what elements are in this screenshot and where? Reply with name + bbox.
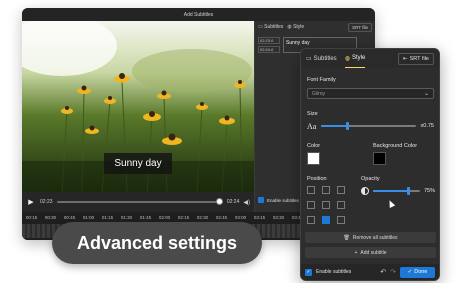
redo-icon[interactable]: ↷	[390, 268, 396, 276]
subtitles-icon: ▭	[306, 56, 312, 62]
subtitle-style-panel: ▭ Subtitles ◍ Style ⇤ SRT file Font Fami…	[300, 48, 440, 281]
background-color-swatch[interactable]	[373, 152, 386, 165]
size-slider-fill	[321, 125, 348, 127]
video-preview[interactable]: Sunny day	[22, 21, 254, 192]
remove-all-label: Remove all subtitles	[352, 234, 398, 241]
timeline-tick-label: 00:30	[44, 214, 57, 220]
seek-bar[interactable]	[56, 198, 223, 205]
timeline-tick-label: 03:30	[272, 214, 285, 220]
check-icon: ✓	[407, 269, 413, 275]
opacity-slider-thumb[interactable]	[406, 187, 410, 195]
player-controls: ▶ 02:23 02:24 ◀)	[22, 192, 254, 212]
timeline-tick-label: 02:15	[177, 214, 190, 220]
remove-all-subtitles-button[interactable]: 🗑 Remove all subtitles	[305, 232, 436, 243]
side-tab-style-label: Style	[293, 24, 305, 30]
timeline-tick-label: 01:15	[101, 214, 114, 220]
tab-subtitles-label: Subtitles	[313, 55, 337, 62]
color-label: Color	[307, 143, 321, 149]
position-cell[interactable]	[307, 186, 315, 194]
opacity-value: 75%	[423, 188, 435, 194]
srt-file-label: SRT file	[409, 55, 429, 62]
tab-subtitles[interactable]: ▭ Subtitles	[306, 49, 337, 68]
font-family-value: Gilroy	[312, 90, 326, 97]
tab-style[interactable]: ◍ Style	[344, 49, 366, 68]
panel-footer: ✓ Enable subtitles ↶ ↷ ✓ Done	[301, 264, 439, 280]
position-cell[interactable]	[322, 186, 330, 194]
position-cell[interactable]	[322, 216, 330, 224]
subtitle-end-time[interactable]: 02:24.0	[258, 46, 280, 53]
size-slider[interactable]	[321, 122, 416, 130]
trash-icon: 🗑	[343, 234, 350, 241]
subtitle-caption-overlay[interactable]: Sunny day	[104, 153, 172, 174]
add-subtitle-button[interactable]: + Add subtitle	[305, 247, 436, 258]
total-time: 02:24	[226, 199, 240, 205]
font-family-select[interactable]: Gilroy ⌄	[307, 88, 434, 99]
timeline-tick-label: 03:15	[253, 214, 266, 220]
size-label: Size	[307, 111, 318, 117]
background-color-label: Background Color	[373, 143, 418, 149]
side-enable-checkbox[interactable]	[258, 197, 264, 203]
done-label: Done	[414, 269, 428, 275]
size-value: x0.75	[420, 123, 434, 129]
opacity-slider-fill	[373, 190, 409, 192]
undo-icon[interactable]: ↶	[380, 268, 386, 276]
text-color-swatch[interactable]	[307, 152, 320, 165]
seek-thumb[interactable]	[215, 198, 223, 205]
panel-tabs: ▭ Subtitles ◍ Style ⇤ SRT file	[301, 49, 439, 68]
side-tab-style[interactable]: ◍ Style	[287, 24, 304, 30]
timeline-tick-label: 02:30	[196, 214, 209, 220]
timeline-tick-label: 03:00	[234, 214, 247, 220]
position-cell[interactable]	[307, 216, 315, 224]
side-srt-button[interactable]: SRT file	[348, 22, 372, 32]
enable-subtitles-label: Enable subtitles	[316, 269, 352, 275]
position-cell[interactable]	[337, 201, 345, 209]
side-enable-label: Enable subtitles	[267, 197, 299, 203]
position-cell[interactable]	[337, 216, 345, 224]
volume-icon[interactable]: ◀)	[243, 199, 250, 206]
subtitle-start-time[interactable]: 02:23.0	[258, 37, 280, 44]
palette-icon: ◍	[344, 55, 350, 62]
position-grid	[307, 186, 345, 224]
advanced-settings-badge: Advanced settings	[52, 222, 262, 264]
font-size-icon: Aa	[307, 121, 317, 131]
timeline-tick-label: 02:00	[158, 214, 171, 220]
position-label: Position	[307, 176, 327, 182]
opacity-label: Opacity	[361, 176, 380, 182]
timeline-tick-label: 01:45	[139, 214, 152, 220]
timeline-tick-label: 01:30	[120, 214, 133, 220]
opacity-slider[interactable]	[373, 187, 420, 195]
timeline-tick-label: 01:00	[82, 214, 95, 220]
position-cell[interactable]	[307, 201, 315, 209]
side-tab-subtitles[interactable]: ▭ Subtitles	[258, 24, 283, 30]
font-family-label: Font Family	[307, 77, 336, 83]
opacity-control: 75%	[361, 186, 435, 196]
mouse-cursor-icon	[386, 199, 396, 208]
timeline-tick-label: 02:45	[215, 214, 228, 220]
tab-style-label: Style	[351, 55, 366, 61]
timeline-tick-label: 00:45	[63, 214, 76, 220]
opacity-icon	[361, 187, 369, 195]
side-tab-subtitles-label: Subtitles	[264, 24, 284, 30]
window-title: Add Subtitles	[22, 8, 375, 21]
position-cell[interactable]	[322, 201, 330, 209]
plus-icon: +	[354, 249, 358, 256]
play-icon[interactable]: ▶	[26, 197, 36, 207]
chevron-down-icon: ⌄	[423, 91, 429, 97]
done-button[interactable]: ✓ Done	[400, 266, 435, 278]
size-slider-thumb[interactable]	[346, 122, 350, 130]
current-time: 02:23	[40, 199, 53, 205]
size-control: Aa x0.75	[307, 121, 434, 131]
timeline-tick-label: 00:15	[25, 214, 38, 220]
srt-file-button[interactable]: ⇤ SRT file	[398, 52, 434, 65]
side-enable-subtitles[interactable]: Enable subtitles	[258, 197, 299, 203]
position-cell[interactable]	[337, 186, 345, 194]
enable-subtitles-checkbox[interactable]: ✓	[305, 268, 312, 276]
add-subtitle-label: Add subtitle	[360, 249, 387, 256]
srt-icon: ⇤	[403, 55, 408, 62]
